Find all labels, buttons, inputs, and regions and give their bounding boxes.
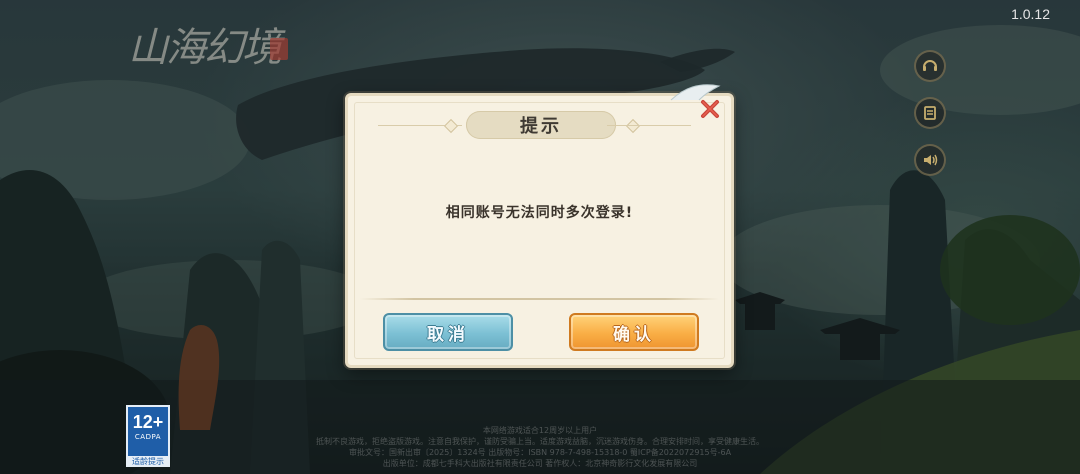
speaker-icon xyxy=(924,154,938,166)
title-divider-right xyxy=(607,125,691,126)
title-plate: 提示 xyxy=(466,111,616,139)
customer-service-icon xyxy=(923,60,937,71)
confirm-button-label: 确认 xyxy=(613,324,655,345)
version-label: 1.0.12 xyxy=(1011,6,1050,22)
notice-board-button[interactable] xyxy=(914,97,946,129)
notice-board-icon xyxy=(924,106,936,120)
close-button[interactable] xyxy=(697,96,723,122)
footer-line-3: 审批文号：国新出审〔2025〕1324号 出版物号：ISBN 978-7-498… xyxy=(348,448,732,457)
footer-line-4: 出版单位：成都七手科大出版社有限责任公司 著作权人：北京神奇影行文化发展有限公司 xyxy=(382,459,698,468)
dialog-divider xyxy=(360,298,719,300)
dialog-title-bar: 提示 xyxy=(348,110,731,140)
confirm-button[interactable]: 确认 xyxy=(569,313,699,351)
age-rating-label: 适龄提示 xyxy=(126,456,170,467)
game-logo-text: 山海幻境 xyxy=(128,25,282,71)
age-rating-badge: 12+ CADPA 适龄提示 xyxy=(126,405,170,467)
footer-line-1: 本网络游戏适合12周岁以上用户 xyxy=(482,426,598,435)
age-rating-org: CADPA xyxy=(134,433,162,441)
alert-dialog: 提示 相同账号无法同时多次登录! 取消 确认 xyxy=(345,84,734,368)
close-icon xyxy=(701,100,719,118)
customer-service-button[interactable] xyxy=(914,50,946,82)
footer-line-2: 抵制不良游戏，拒绝盗版游戏。注意自我保护，谨防受骗上当。适度游戏益脑，沉迷游戏伤… xyxy=(316,437,764,446)
dialog-message: 相同账号无法同时多次登录! xyxy=(445,205,634,221)
age-rating-value: 12+ xyxy=(132,412,164,432)
logo-seal-icon xyxy=(270,38,288,60)
cancel-button-label: 取消 xyxy=(427,324,469,345)
title-ornament-right xyxy=(625,118,641,134)
title-ornament-left xyxy=(443,118,459,134)
dialog-title: 提示 xyxy=(520,116,562,137)
cancel-button[interactable]: 取消 xyxy=(383,313,513,351)
game-logo: 山海幻境 xyxy=(128,18,290,78)
sound-toggle-button[interactable] xyxy=(914,144,946,176)
